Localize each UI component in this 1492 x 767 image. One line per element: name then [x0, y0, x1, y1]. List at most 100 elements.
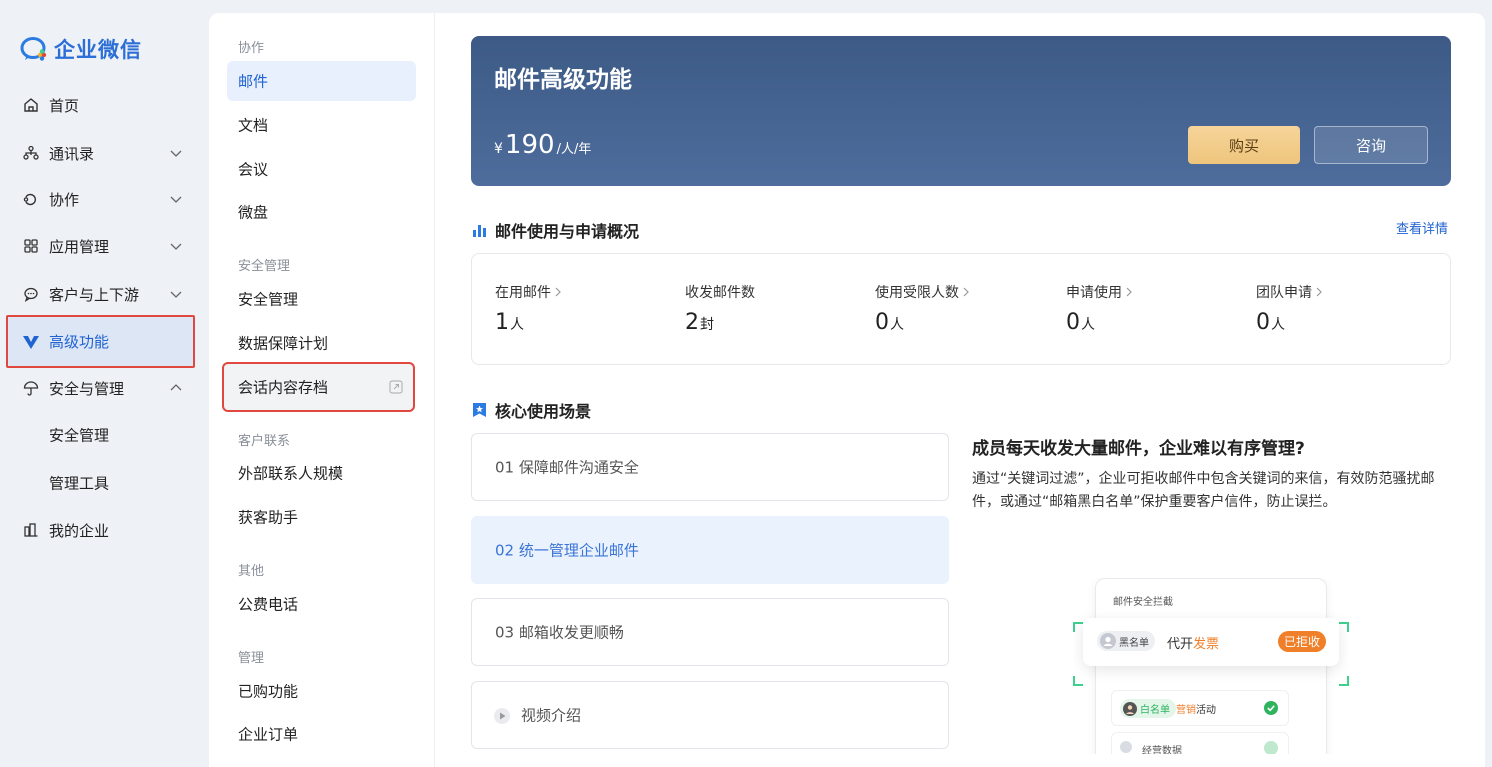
- menu-item-docs[interactable]: 文档: [227, 105, 416, 145]
- brand-logo[interactable]: 企业微信: [20, 34, 142, 64]
- avatar-icon: [1123, 701, 1137, 716]
- stat-value: 0: [875, 310, 889, 335]
- stat-unit: 人: [1271, 317, 1285, 333]
- menu-item-purchased[interactable]: 已购功能: [227, 671, 416, 711]
- wecom-logo-icon: [20, 37, 47, 61]
- menu-item-acquisition[interactable]: 获客助手: [227, 497, 416, 537]
- nav-item-collab[interactable]: 协作: [0, 176, 209, 222]
- corner-mark: [1339, 622, 1349, 632]
- group-label-security: 安全管理: [238, 259, 291, 274]
- menu-label: 安全管理: [238, 290, 299, 309]
- blacklist-tag: 黑名单: [1097, 631, 1155, 651]
- menu-item-phone[interactable]: 公费电话: [227, 584, 416, 624]
- stat-mail-count: 收发邮件数 2封: [685, 282, 755, 335]
- chevron-down-icon[interactable]: [168, 191, 184, 207]
- menu-item-drive[interactable]: 微盘: [227, 192, 416, 232]
- corner-mark: [1073, 676, 1083, 686]
- stat-active-mail[interactable]: 在用邮件 1人: [495, 282, 562, 335]
- menu-label: 公费电话: [238, 595, 299, 614]
- group-label-collab: 协作: [238, 41, 265, 56]
- chevron-down-icon[interactable]: [168, 286, 184, 302]
- collab-icon: [22, 190, 40, 208]
- stat-label: 团队申请: [1256, 285, 1312, 301]
- nav-subitem-tools[interactable]: 管理工具: [0, 460, 209, 506]
- menu-label: 邮件: [238, 72, 269, 91]
- menu-item-mail[interactable]: 邮件: [227, 61, 416, 101]
- menu-label: 企业订单: [238, 725, 299, 744]
- nav-item-advanced[interactable]: 高级功能: [6, 315, 195, 368]
- second-row-text: 经营数据: [1142, 746, 1182, 754]
- nav-subitem-security[interactable]: 安全管理: [0, 412, 209, 458]
- group-label-customers: 客户联系: [238, 434, 291, 449]
- blocked-mail-prefix: 代开: [1167, 637, 1194, 652]
- building-icon: [22, 521, 40, 539]
- chevron-right-icon: [963, 287, 969, 297]
- chevron-down-icon[interactable]: [168, 145, 184, 161]
- stat-restricted[interactable]: 使用受限人数 0人: [875, 282, 970, 335]
- scene-item-1[interactable]: 01 保障邮件沟通安全: [471, 433, 949, 501]
- nav-label: 安全与管理: [49, 379, 125, 398]
- hero-banner: 邮件高级功能 ¥ 190 /人/年 购买 咨询: [471, 36, 1451, 186]
- stat-unit: 人: [1081, 317, 1095, 333]
- umbrella-icon: [22, 379, 40, 397]
- scenes-title-text: 核心使用场景: [495, 402, 592, 421]
- menu-label: 外部联系人规模: [238, 464, 344, 483]
- chat-icon: [22, 285, 40, 303]
- nav-item-apps[interactable]: 应用管理: [0, 223, 209, 269]
- scene-label: 03 邮箱收发更顺畅: [495, 623, 624, 642]
- menu-item-orders[interactable]: 企业订单: [227, 714, 416, 754]
- menu-label: 文档: [238, 116, 269, 135]
- brand-name: 企业微信: [54, 38, 142, 62]
- check-circle-icon: [1264, 741, 1278, 754]
- main-content: 邮件高级功能 ¥ 190 /人/年 购买 咨询 邮件使用与申请概况 查看详情 在…: [435, 13, 1485, 767]
- secondary-sidebar: 协作 邮件 文档 会议 微盘 安全管理 安全管理 数据保障计划 会话内容存档 客…: [209, 13, 435, 767]
- menu-item-data-protection[interactable]: 数据保障计划: [227, 323, 416, 363]
- blocked-mail-row: 黑名单 代开 发票 已拒收: [1083, 618, 1339, 666]
- menu-label: 会话内容存档: [238, 378, 329, 397]
- chevron-down-icon[interactable]: [168, 238, 184, 254]
- illustration-card: 邮件安全拦截: [1095, 578, 1327, 754]
- blacklist-tag-label: 黑名单: [1119, 637, 1149, 649]
- consult-button[interactable]: 咨询: [1314, 126, 1428, 164]
- overview-title: 邮件使用与申请概况: [472, 218, 639, 242]
- scene-item-2[interactable]: 02 统一管理企业邮件: [471, 516, 949, 584]
- buy-button[interactable]: 购买: [1188, 126, 1300, 164]
- menu-item-security[interactable]: 安全管理: [227, 279, 416, 319]
- whitelist-suffix: 活动: [1196, 705, 1216, 716]
- price-value: 190: [504, 130, 555, 160]
- bookmark-star-icon: [473, 403, 486, 417]
- nav-label: 高级功能: [49, 333, 110, 351]
- stat-team-apply[interactable]: 团队申请 0人: [1256, 282, 1323, 335]
- contacts-icon: [22, 144, 40, 162]
- menu-item-external-contacts[interactable]: 外部联系人规模: [227, 453, 416, 493]
- price-currency: ¥: [494, 141, 503, 157]
- nav-label: 管理工具: [49, 474, 110, 493]
- nav-item-home[interactable]: 首页: [0, 82, 209, 128]
- stat-label: 在用邮件: [495, 285, 551, 301]
- whitelist-row: 白名单 营销 活动: [1111, 690, 1289, 726]
- nav-item-security-mgmt[interactable]: 安全与管理: [0, 365, 209, 411]
- video-intro-item[interactable]: 视频介绍: [471, 681, 949, 749]
- chevron-right-icon: [555, 287, 561, 297]
- nav-item-my-company[interactable]: 我的企业: [0, 507, 209, 553]
- menu-item-meeting[interactable]: 会议: [227, 149, 416, 189]
- avatar-icon: [1120, 741, 1132, 753]
- menu-label: 获客助手: [238, 508, 299, 527]
- chevron-up-icon[interactable]: [168, 380, 184, 396]
- menu-item-chat-archive[interactable]: 会话内容存档: [222, 362, 415, 412]
- nav-item-contacts[interactable]: 通讯录: [0, 130, 209, 176]
- view-details-link[interactable]: 查看详情: [1396, 218, 1448, 237]
- hero-title: 邮件高级功能: [494, 67, 632, 93]
- scene-item-3[interactable]: 03 邮箱收发更顺畅: [471, 598, 949, 666]
- play-icon: [494, 708, 510, 724]
- nav-label: 客户与上下游: [49, 285, 140, 304]
- overview-title-text: 邮件使用与申请概况: [495, 222, 640, 241]
- mail-security-illustration: 邮件安全拦截 黑名单 代开 发票 已拒收 白名单 营销 活动 经营数据: [1073, 578, 1349, 754]
- stat-apply[interactable]: 申请使用 0人: [1066, 282, 1133, 335]
- nav-item-customers[interactable]: 客户与上下游: [0, 271, 209, 317]
- stat-unit: 人: [890, 317, 904, 333]
- stat-value: 0: [1066, 310, 1080, 335]
- stat-label: 申请使用: [1066, 285, 1122, 301]
- nav-label: 协作: [49, 190, 80, 209]
- scene-desc-body: 通过“关键词过滤”，企业可拒收邮件中包含关键词的来信，有效防范骚扰邮件，或通过“…: [972, 471, 1435, 510]
